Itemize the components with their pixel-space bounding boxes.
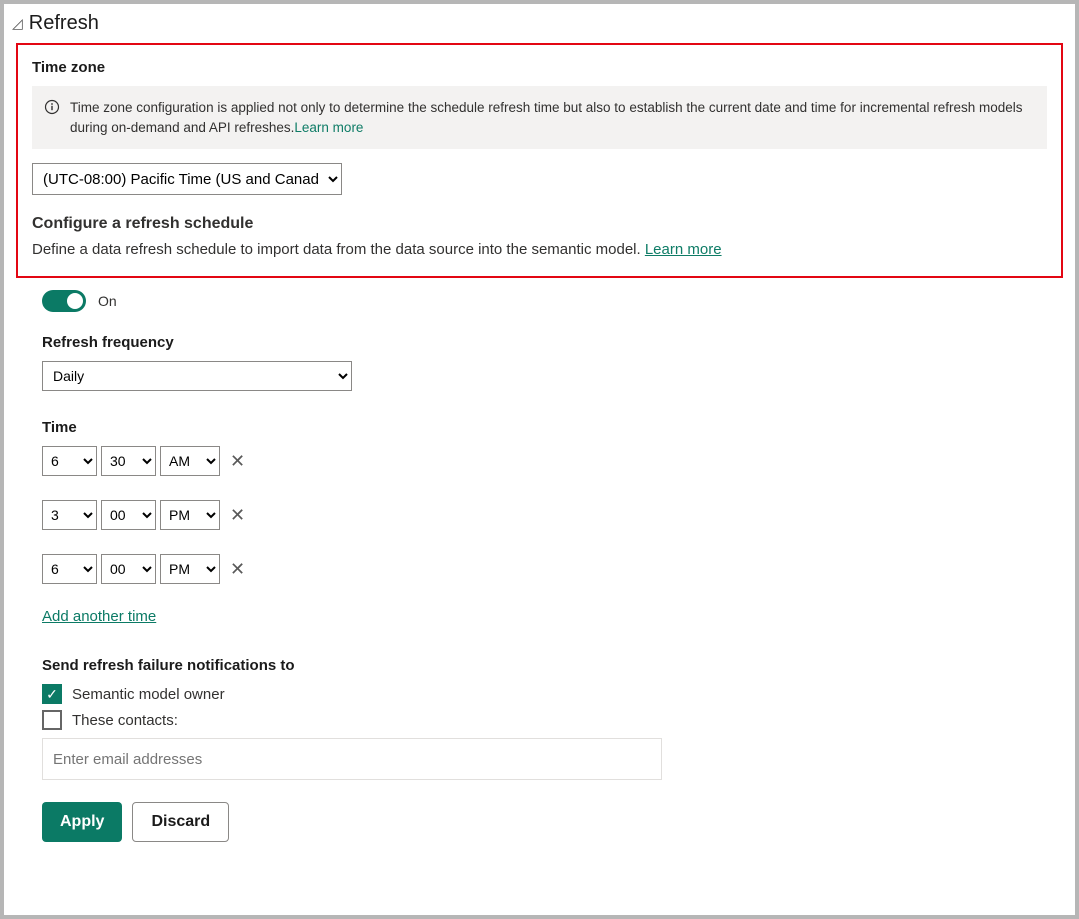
action-buttons: Apply Discard (42, 802, 1057, 842)
schedule-learn-more-link[interactable]: Learn more (645, 241, 722, 258)
time-label: Time (42, 419, 1057, 436)
time-hour-select[interactable]: 6 (42, 446, 97, 476)
time-minute-select[interactable]: 00 (101, 554, 156, 584)
time-ampm-select[interactable]: PM (160, 500, 220, 530)
notify-owner-row: ✓ Semantic model owner (42, 684, 1057, 704)
time-row: 6 30 AM ✕ (42, 446, 1057, 476)
collapse-icon[interactable]: ◿ (12, 15, 23, 32)
schedule-toggle[interactable] (42, 290, 86, 312)
frequency-select[interactable]: Daily (42, 361, 352, 391)
time-hour-select[interactable]: 6 (42, 554, 97, 584)
schedule-body: On Refresh frequency Daily Time 6 30 AM … (12, 290, 1067, 842)
time-minute-select[interactable]: 00 (101, 500, 156, 530)
time-ampm-select[interactable]: AM (160, 446, 220, 476)
notify-contacts-checkbox[interactable] (42, 710, 62, 730)
time-ampm-select[interactable]: PM (160, 554, 220, 584)
add-another-time-link[interactable]: Add another time (42, 608, 156, 625)
apply-button[interactable]: Apply (42, 802, 122, 842)
time-hour-select[interactable]: 3 (42, 500, 97, 530)
remove-time-icon[interactable]: ✕ (230, 451, 245, 472)
time-minute-select[interactable]: 30 (101, 446, 156, 476)
schedule-toggle-label: On (98, 293, 117, 309)
section-title: Refresh (29, 12, 99, 35)
schedule-toggle-row: On (42, 290, 1057, 312)
notify-owner-checkbox[interactable]: ✓ (42, 684, 62, 704)
remove-time-icon[interactable]: ✕ (230, 505, 245, 526)
frequency-label: Refresh frequency (42, 334, 1057, 351)
timezone-info-message: Time zone configuration is applied not o… (70, 100, 1023, 135)
refresh-settings-panel: ◿ Refresh Time zone Time zone configurat… (0, 0, 1079, 919)
highlight-region: Time zone Time zone configuration is app… (16, 43, 1063, 278)
schedule-description-text: Define a data refresh schedule to import… (32, 241, 645, 258)
notifications-label: Send refresh failure notifications to (42, 657, 1057, 674)
schedule-heading: Configure a refresh schedule (32, 215, 1047, 233)
timezone-info-text: Time zone configuration is applied not o… (70, 98, 1029, 137)
contacts-email-input[interactable] (42, 738, 662, 780)
remove-time-icon[interactable]: ✕ (230, 559, 245, 580)
notify-owner-label: Semantic model owner (72, 686, 225, 703)
notify-contacts-row: These contacts: (42, 710, 1057, 730)
time-row: 6 00 PM ✕ (42, 554, 1057, 584)
discard-button[interactable]: Discard (132, 802, 229, 842)
timezone-label: Time zone (32, 59, 1047, 76)
notify-contacts-label: These contacts: (72, 712, 178, 729)
time-row: 3 00 PM ✕ (42, 500, 1057, 530)
timezone-info-banner: Time zone configuration is applied not o… (32, 86, 1047, 149)
schedule-description: Define a data refresh schedule to import… (32, 241, 1047, 258)
timezone-select[interactable]: (UTC-08:00) Pacific Time (US and Canada) (32, 163, 342, 195)
info-icon (44, 99, 60, 115)
timezone-learn-more-link[interactable]: Learn more (294, 120, 363, 135)
section-header: ◿ Refresh (12, 12, 1067, 35)
